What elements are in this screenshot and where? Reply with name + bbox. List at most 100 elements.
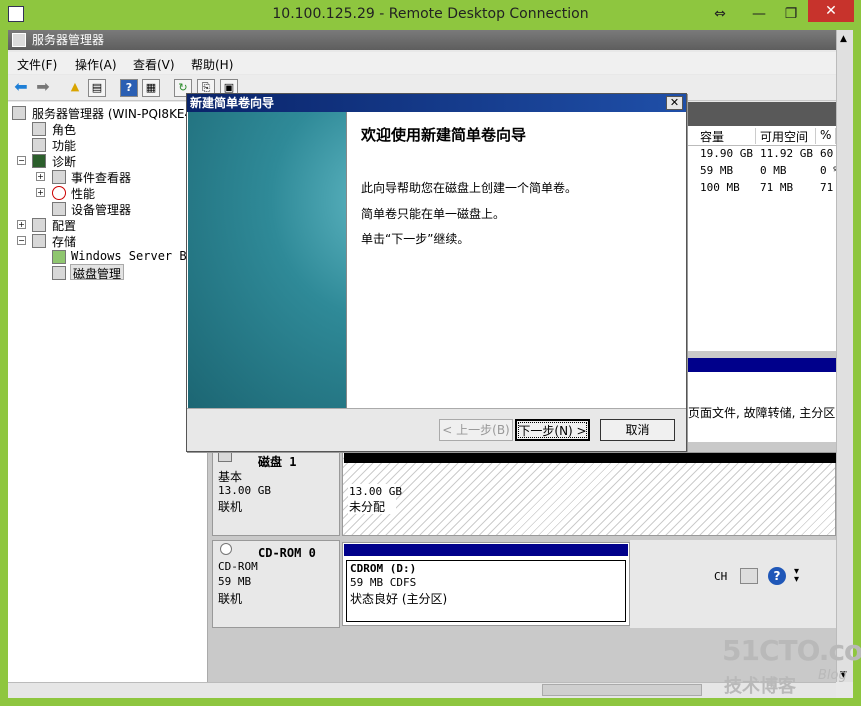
wizard-next-button[interactable]: 下一步(N) > bbox=[515, 419, 590, 441]
tree-item-configuration[interactable]: 配置 bbox=[52, 217, 76, 233]
tree-root-label: 服务器管理器 (WIN-PQI8KE4 bbox=[32, 107, 193, 121]
event-viewer-icon bbox=[52, 170, 66, 184]
horizontal-scroll-thumb[interactable] bbox=[542, 684, 702, 696]
wizard-heading: 欢迎使用新建简单卷向导 bbox=[361, 126, 527, 144]
performance-icon bbox=[52, 186, 66, 200]
wizard-text-line: 此向导帮助您在磁盘上创建一个简单卷。 bbox=[361, 181, 578, 195]
rdp-border-bottom bbox=[0, 698, 861, 706]
cdrom-icon bbox=[220, 543, 232, 555]
disk1-type: 基本 bbox=[218, 470, 243, 484]
wizard-side-banner bbox=[188, 112, 347, 408]
tree-item-disk-management[interactable]: 磁盘管理 bbox=[70, 264, 125, 281]
table-cell: 19.90 GB bbox=[700, 147, 753, 160]
back-arrow-icon[interactable]: ⬅ bbox=[12, 79, 30, 97]
column-capacity[interactable]: 容量 bbox=[700, 128, 756, 144]
rdp-minimize-button[interactable]: — bbox=[744, 4, 774, 24]
properties-icon[interactable]: ▦ bbox=[142, 79, 160, 97]
tree-collapse-storage[interactable]: − bbox=[17, 236, 26, 245]
tree-item-features[interactable]: 功能 bbox=[52, 137, 76, 153]
scroll-up-icon[interactable]: ▲ bbox=[840, 34, 847, 44]
up-folder-icon[interactable]: ▲ bbox=[66, 79, 84, 97]
cdrom-volume-fs: 59 MB CDFS bbox=[350, 576, 417, 589]
rdp-close-button[interactable]: ✕ bbox=[808, 0, 854, 22]
language-indicator[interactable]: CH bbox=[714, 570, 727, 583]
tree-item-diagnostics[interactable]: 诊断 bbox=[52, 153, 76, 169]
table-cell: 71 MB bbox=[760, 181, 794, 194]
disk1-partition-status: 未分配 bbox=[349, 500, 386, 514]
disk1-status: 联机 bbox=[218, 500, 243, 514]
rdp-maximize-button[interactable]: ❐ bbox=[776, 4, 806, 24]
table-header-divider bbox=[686, 145, 836, 146]
menu-file[interactable]: 文件(F) bbox=[17, 56, 57, 73]
configuration-icon bbox=[32, 218, 46, 232]
disk-icon bbox=[218, 452, 232, 462]
tree-item-performance[interactable]: 性能 bbox=[71, 185, 95, 201]
wizard-text-line: 简单卷只能在单一磁盘上。 bbox=[361, 207, 506, 221]
disk1-partition-size: 13.00 GB bbox=[349, 485, 402, 498]
menu-view[interactable]: 查看(V) bbox=[133, 56, 175, 73]
server-icon bbox=[12, 106, 26, 120]
rdp-border-right bbox=[853, 30, 861, 706]
wizard-text-line: 单击“下一步”继续。 bbox=[361, 232, 470, 246]
wizard-close-button[interactable]: ✕ bbox=[666, 96, 683, 110]
tree-expand-event-viewer[interactable]: + bbox=[36, 172, 45, 181]
cdrom-volume-status: 状态良好 (主分区) bbox=[350, 592, 448, 606]
rdp-border-left bbox=[0, 30, 8, 706]
watermark-site: 51CTO.com bbox=[722, 634, 861, 667]
disk1-partition-bar bbox=[344, 453, 836, 463]
cdrom-name: CD-ROM 0 bbox=[258, 546, 316, 560]
table-cell: 11.92 GB bbox=[760, 147, 813, 160]
horizontal-scrollbar[interactable] bbox=[8, 682, 836, 698]
tree-item-windows-backup[interactable]: Windows Server Back bbox=[71, 249, 187, 265]
forward-arrow-icon[interactable]: ➡ bbox=[34, 79, 52, 97]
windows-backup-icon bbox=[52, 250, 66, 264]
diagnostics-icon bbox=[32, 154, 46, 168]
cdrom-size: 59 MB bbox=[218, 575, 252, 588]
wizard-cancel-button[interactable]: 取消 bbox=[600, 419, 675, 441]
keyboard-icon[interactable] bbox=[740, 568, 758, 584]
rdp-window-title: 10.100.125.29 - Remote Desktop Connectio… bbox=[272, 6, 589, 22]
show-tree-icon[interactable]: ▤ bbox=[88, 79, 106, 97]
watermark-blog: Blog bbox=[818, 668, 847, 683]
options-icon[interactable]: ▾ ▾ bbox=[794, 567, 799, 585]
table-cell: 0 MB bbox=[760, 164, 787, 177]
column-percent[interactable]: % bbox=[820, 128, 836, 144]
storage-icon bbox=[32, 234, 46, 248]
features-icon bbox=[32, 138, 46, 152]
disk1-unallocated-partition[interactable] bbox=[342, 452, 836, 536]
tree-item-roles[interactable]: 角色 bbox=[52, 121, 76, 137]
cdrom-type: CD-ROM bbox=[218, 560, 258, 573]
server-manager-title: 服务器管理器 bbox=[8, 30, 836, 50]
tree-expand-configuration[interactable]: + bbox=[17, 220, 26, 229]
wizard-title[interactable]: 新建简单卷向导 bbox=[187, 94, 686, 112]
server-manager-icon bbox=[12, 33, 26, 47]
tree-item-event-viewer[interactable]: 事件查看器 bbox=[71, 169, 131, 185]
wizard-back-button[interactable]: < 上一步(B) bbox=[439, 419, 513, 441]
table-cell: 60 bbox=[820, 147, 834, 160]
cdrom-partition-bar bbox=[344, 544, 628, 556]
disk1-size: 13.00 GB bbox=[218, 484, 271, 497]
menu-help[interactable]: 帮助(H) bbox=[191, 56, 233, 73]
tree-item-storage[interactable]: 存储 bbox=[52, 233, 76, 249]
volume-info-text: 页面文件, 故障转储, 主分区) bbox=[688, 406, 840, 420]
disk-management-icon bbox=[52, 266, 66, 280]
column-free-space[interactable]: 可用空间 bbox=[760, 128, 816, 144]
details-header bbox=[686, 102, 836, 126]
tree-expand-performance[interactable]: + bbox=[36, 188, 45, 197]
vertical-scrollbar[interactable] bbox=[836, 30, 853, 682]
help-icon[interactable]: ? bbox=[120, 79, 138, 97]
tree-item-device-manager[interactable]: 设备管理器 bbox=[71, 201, 131, 217]
tray-area bbox=[630, 540, 836, 628]
volume-bar bbox=[686, 358, 836, 372]
wizard-divider bbox=[346, 112, 347, 408]
tree-collapse-diagnostics[interactable]: − bbox=[17, 156, 26, 165]
rdp-pin-icon[interactable]: ⇔ bbox=[712, 4, 728, 24]
roles-icon bbox=[32, 122, 46, 136]
device-manager-icon bbox=[52, 202, 66, 216]
help-tray-icon[interactable]: ? bbox=[768, 567, 786, 585]
disk1-name: 磁盘 1 bbox=[258, 455, 297, 469]
menu-action[interactable]: 操作(A) bbox=[75, 56, 117, 73]
table-cell: 71 bbox=[820, 181, 834, 194]
cdrom-status: 联机 bbox=[218, 592, 243, 606]
table-cell: 59 MB bbox=[700, 164, 734, 177]
